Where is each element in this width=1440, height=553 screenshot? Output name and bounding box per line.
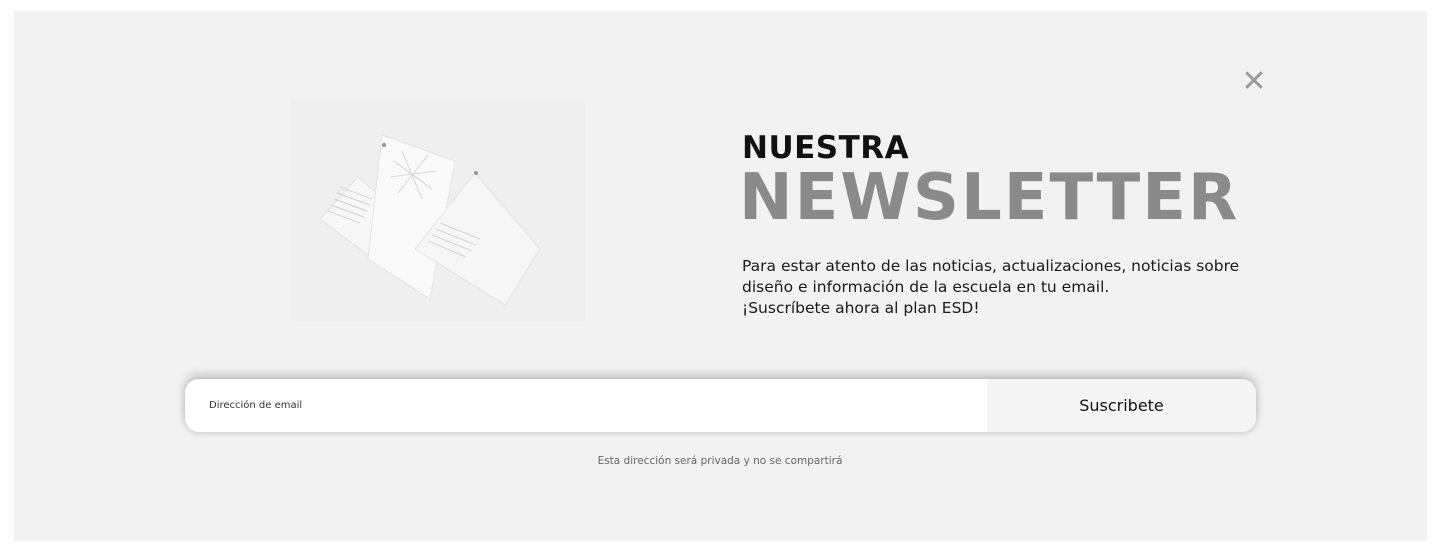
close-icon[interactable]: ✕ <box>1240 67 1268 97</box>
email-input[interactable] <box>185 379 987 432</box>
description-line: ¡Suscríbete ahora al plan ESD! <box>742 299 980 317</box>
subscribe-button[interactable]: Suscribete <box>987 379 1256 432</box>
heading-line1: NUESTRA <box>742 130 910 166</box>
newsletter-image <box>290 99 585 321</box>
description-line: diseño e información de la escuela en tu… <box>742 278 1110 296</box>
booklet-illustration <box>290 99 585 321</box>
heading-line2: NEWSLETTER <box>739 161 1240 235</box>
newsletter-description: Para estar atento de las noticias, actua… <box>742 256 1262 319</box>
subscribe-form: Suscribete <box>185 379 1256 432</box>
description-line: Para estar atento de las noticias, actua… <box>742 257 1240 275</box>
privacy-note: Esta dirección será privada y no se comp… <box>597 455 843 467</box>
